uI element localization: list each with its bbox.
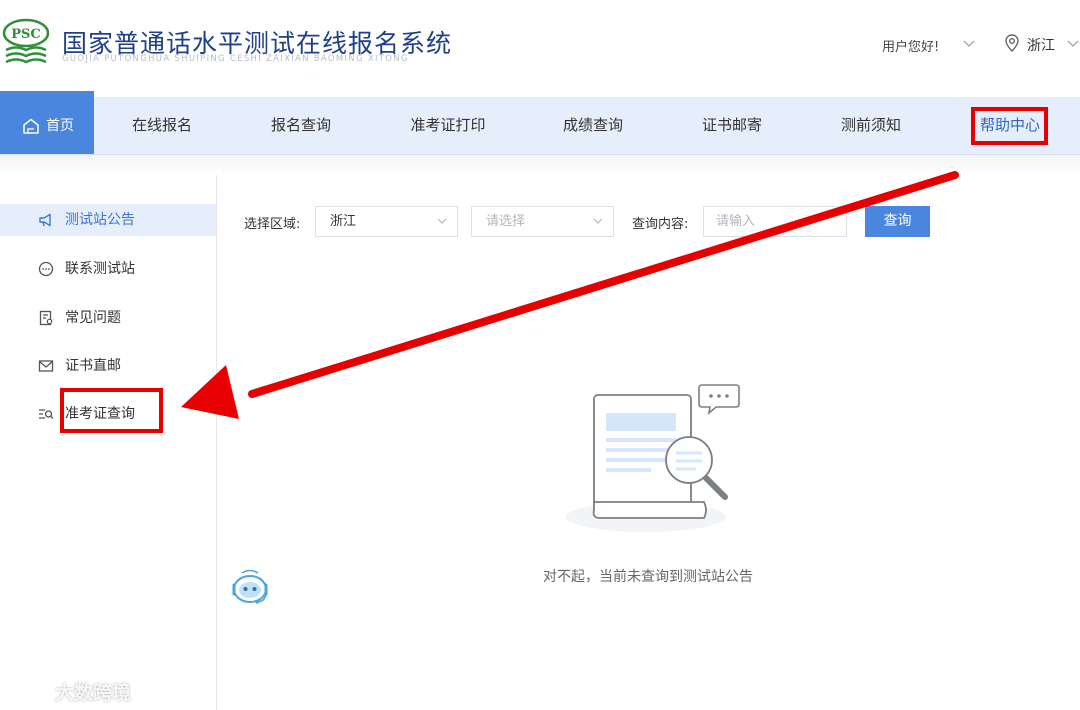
query-button[interactable]: 查询	[865, 206, 930, 237]
chevron-down-icon	[437, 218, 447, 224]
empty-state-message: 对不起，当前未查询到测试站公告	[543, 569, 753, 585]
sidebar-item-contact-station[interactable]: 联系测试站	[0, 253, 216, 285]
region-label: 选择区域:	[244, 217, 301, 232]
nav-home[interactable]: 首页	[0, 91, 94, 154]
psc-logo-icon[interactable]: PSC	[2, 16, 50, 70]
location-selector[interactable]: 浙江	[1027, 35, 1055, 55]
site-subtitle: GUOJIA PUTONGHUA SHUIPING CESHI ZAIXIAN …	[62, 54, 409, 64]
admission-ticket-highlight-box	[60, 388, 163, 433]
help-center-highlight-box	[971, 107, 1048, 145]
nav-admission-ticket-print[interactable]: 准考证打印	[398, 97, 498, 154]
megaphone-icon	[39, 213, 51, 227]
region-select[interactable]: 浙江	[315, 206, 458, 237]
chat-icon	[38, 261, 54, 277]
sidebar-item-label: 测试站公告	[65, 212, 135, 228]
sidebar-item-label: 证书直邮	[65, 358, 121, 374]
nav-pre-test-notice[interactable]: 测前须知	[827, 97, 915, 154]
nav-online-registration[interactable]: 在线报名	[118, 97, 206, 154]
logo-text: PSC	[11, 27, 41, 42]
chevron-down-icon[interactable]	[1066, 36, 1080, 50]
customer-service-bot-icon[interactable]	[225, 567, 275, 607]
search-input[interactable]	[703, 206, 847, 237]
empty-state-illustration	[566, 384, 740, 532]
site-header: PSC 国家普通话水平测试在线报名系统 GUOJIA PUTONGHUA SHU…	[0, 0, 1080, 96]
home-icon	[23, 118, 39, 134]
search-list-icon	[39, 409, 54, 419]
nav-registration-query[interactable]: 报名查询	[257, 97, 345, 154]
location-pin-icon[interactable]	[1002, 33, 1022, 53]
region-select-value: 浙江	[330, 214, 357, 229]
sidebar-item-label: 联系测试站	[65, 261, 135, 277]
sidebar-item-certificate-direct-mail[interactable]: 证书直邮	[0, 350, 216, 382]
sidebar-item-faq[interactable]: 常见问题	[0, 302, 216, 334]
sidebar-item-test-station-notice[interactable]: 测试站公告	[0, 204, 216, 236]
chevron-down-icon	[593, 218, 603, 224]
nav-certificate-mailing[interactable]: 证书邮寄	[688, 97, 776, 154]
sub-region-select[interactable]: 请选择	[471, 206, 614, 237]
divider-band	[0, 155, 1080, 175]
document-icon	[39, 310, 53, 326]
nav-score-query[interactable]: 成绩查询	[549, 97, 637, 154]
content-label: 查询内容:	[632, 217, 689, 232]
chevron-down-icon[interactable]	[962, 36, 976, 50]
user-greeting[interactable]: 用户您好!	[882, 36, 939, 55]
main-nav: 首页 在线报名 报名查询 准考证打印 成绩查询 证书邮寄 测前须知 帮助中心	[0, 91, 1080, 155]
sidebar-item-label: 常见问题	[65, 310, 121, 326]
watermark-logo-icon	[8, 681, 50, 699]
sub-region-placeholder: 请选择	[486, 214, 526, 229]
watermark-text: 大数跨境	[55, 682, 132, 704]
mail-icon	[38, 360, 54, 372]
nav-home-label: 首页	[46, 118, 74, 134]
